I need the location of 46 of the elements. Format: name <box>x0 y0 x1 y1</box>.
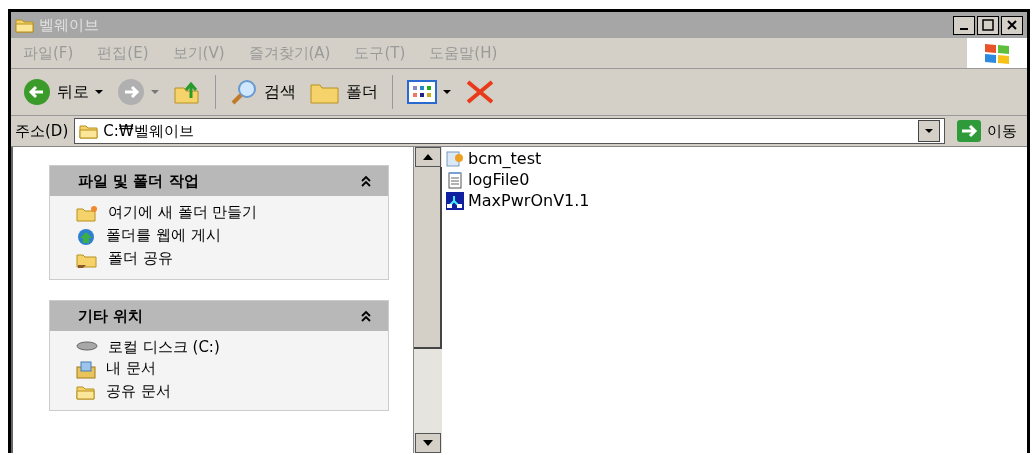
collapse-icon <box>360 175 372 187</box>
folder-icon <box>76 384 96 400</box>
folder-icon <box>76 205 98 223</box>
folder-icon <box>79 123 100 139</box>
maximize-icon <box>982 19 994 31</box>
delete-icon <box>465 79 495 105</box>
globe-icon <box>76 228 96 246</box>
documents-icon <box>76 361 96 379</box>
file-item[interactable]: bcm_test <box>446 149 1023 168</box>
search-button[interactable]: 검색 <box>226 76 300 108</box>
scroll-thumb[interactable] <box>414 167 442 349</box>
task-link[interactable]: 공유 문서 <box>76 383 368 400</box>
folder-icon <box>15 17 35 33</box>
minimize-button[interactable] <box>953 15 975 35</box>
close-button[interactable] <box>1001 15 1023 35</box>
address-label: 주소(D) <box>15 121 69 141</box>
scroll-down-icon[interactable] <box>415 433 441 453</box>
task-link[interactable]: 폴더를 웹에 게시 <box>76 227 368 246</box>
task-link[interactable]: 로컬 디스크 (C:) <box>76 339 368 356</box>
task-link[interactable]: 여기에 새 폴더 만들기 <box>76 204 368 223</box>
caret-icon <box>95 89 103 95</box>
search-icon <box>230 78 258 106</box>
window-title: 벨웨이브 <box>39 15 99 35</box>
folder-icon <box>76 251 98 269</box>
close-icon <box>1007 20 1017 30</box>
folders-button[interactable]: 폴더 <box>306 77 382 107</box>
go-button[interactable]: 이동 <box>951 119 1023 143</box>
task-link[interactable]: 폴더 공유 <box>76 250 368 269</box>
back-button[interactable]: 뒤로 <box>19 76 107 108</box>
views-icon <box>407 80 437 104</box>
minimize-icon <box>960 28 968 30</box>
address-field[interactable]: C:₩벨웨이브 <box>74 118 945 144</box>
caret-icon <box>151 89 159 95</box>
task-link[interactable]: 내 문서 <box>76 360 368 379</box>
collapse-icon <box>360 310 372 322</box>
caret-icon <box>443 89 451 95</box>
panel-header[interactable]: 기타 위치 <box>50 301 388 331</box>
panel-header[interactable]: 파일 및 폴더 작업 <box>50 166 388 196</box>
notepad-icon <box>446 170 464 189</box>
file-item[interactable]: MaxPwrOnV1.1 <box>446 191 1023 210</box>
file-item[interactable]: logFile0 <box>446 170 1023 189</box>
network-icon <box>446 191 464 210</box>
drive-icon <box>76 340 98 352</box>
scroll-up-icon[interactable] <box>415 147 441 167</box>
windows-logo-icon <box>967 38 1027 68</box>
maximize-button[interactable] <box>977 15 999 35</box>
